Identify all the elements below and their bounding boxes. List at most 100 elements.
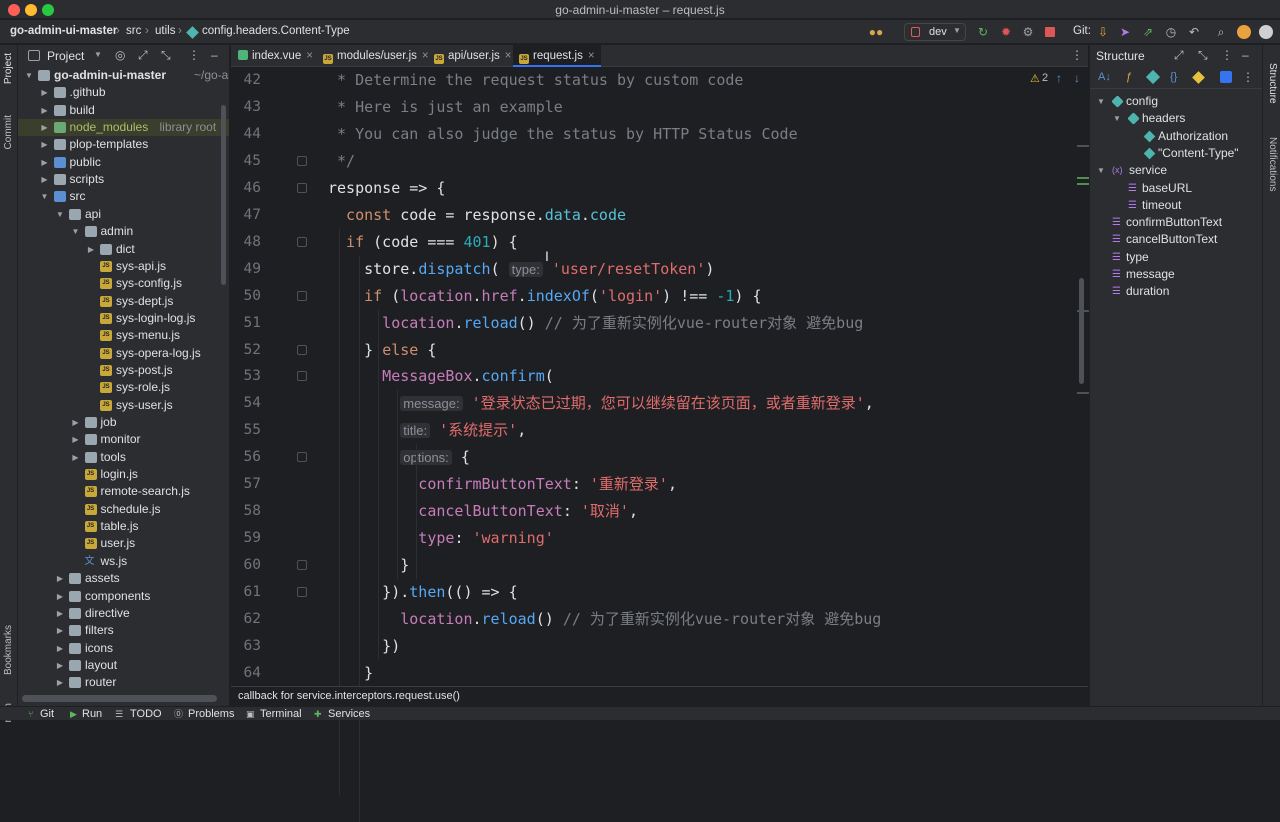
code-line[interactable]: type: 'warning'	[328, 525, 553, 552]
chevron-right-icon[interactable]: ▶	[55, 588, 65, 605]
options-icon[interactable]: ⋮	[188, 48, 200, 62]
tree-row[interactable]: ▶ layout	[18, 657, 229, 674]
structure-item[interactable]: ☰ timeout	[1090, 197, 1263, 214]
settings-icon[interactable]	[1259, 25, 1273, 39]
structure-item[interactable]: ☰ confirmButtonText	[1090, 214, 1263, 231]
close-tab-icon[interactable]: ×	[505, 50, 512, 62]
fold-marker-icon[interactable]	[297, 182, 307, 193]
structure-item[interactable]: ▼ headers	[1090, 110, 1263, 127]
chevron-right-icon[interactable]: ▶	[55, 622, 65, 639]
tree-row[interactable]: JS sys-menu.js	[18, 327, 229, 344]
show-fields-icon[interactable]: {}	[1170, 71, 1177, 83]
collapse-all-icon[interactable]: ⤡	[1198, 48, 1208, 63]
fold-marker-icon[interactable]	[297, 587, 307, 598]
structure-item[interactable]: ☰ message	[1090, 266, 1263, 283]
editor-vertical-scrollbar[interactable]	[1079, 278, 1084, 384]
chevron-right-icon[interactable]: ▶	[55, 570, 65, 587]
chevron-down-icon[interactable]: ▼	[40, 188, 50, 205]
chevron-right-icon[interactable]: ▶	[55, 657, 65, 674]
chevron-right-icon[interactable]: ▶	[40, 119, 50, 136]
services-tool-button[interactable]: Services	[328, 707, 370, 721]
chevron-right-icon[interactable]: ▶	[55, 605, 65, 622]
tree-row[interactable]: JS sys-user.js	[18, 397, 229, 414]
search-icon[interactable]: ⌕	[1213, 24, 1229, 40]
show-properties-icon[interactable]	[1145, 69, 1161, 85]
chevron-right-icon[interactable]: ▶	[40, 84, 50, 101]
chevron-right-icon[interactable]: ▶	[86, 241, 96, 258]
fold-marker-icon[interactable]	[297, 236, 307, 247]
code-line[interactable]: title: '系统提示',	[328, 417, 526, 444]
tree-row[interactable]: ▼ api	[18, 206, 229, 223]
structure-item[interactable]: ☰ baseURL	[1090, 180, 1263, 197]
code-area[interactable]: 42 * Determine the request status by cus…	[231, 67, 1076, 822]
fold-marker-icon[interactable]	[297, 560, 307, 571]
breadcrumb-src[interactable]: src	[126, 25, 141, 37]
code-line[interactable]: } else {	[328, 337, 436, 364]
hide-panel-icon[interactable]: –	[1242, 48, 1249, 62]
chevron-right-icon[interactable]: ▶	[40, 154, 50, 171]
fold-marker-icon[interactable]	[297, 290, 307, 301]
git-push-icon[interactable]: ⇗	[1140, 24, 1156, 40]
rollback-icon[interactable]: ↶	[1186, 24, 1202, 40]
structure-item[interactable]: ▼ config	[1090, 93, 1263, 110]
tree-row[interactable]: JS sys-opera-log.js	[18, 345, 229, 362]
fold-marker-icon[interactable]	[297, 452, 307, 463]
breadcrumb-symbol[interactable]: config.headers.Content-Type	[202, 25, 350, 37]
structure-item[interactable]: ☰ duration	[1090, 283, 1263, 300]
chevron-right-icon[interactable]: ▶	[40, 102, 50, 119]
close-tab-icon[interactable]: ×	[306, 50, 313, 62]
chevron-right-icon[interactable]: ▶	[71, 414, 81, 431]
structure-item[interactable]: ☰ cancelButtonText	[1090, 231, 1263, 248]
tab-request-js[interactable]: JS request.js ×	[513, 45, 601, 67]
tab-api-user-js[interactable]: JS api/user.js ×	[434, 45, 512, 67]
tree-row[interactable]: JS remote-search.js	[18, 483, 229, 500]
code-line[interactable]: MessageBox.confirm(	[328, 363, 554, 390]
problems-tool-button[interactable]: Problems	[188, 707, 234, 721]
tree-row[interactable]: ▶ router	[18, 674, 229, 691]
tab-index-vue[interactable]: index.vue ×	[238, 45, 313, 67]
tree-row[interactable]: ▶ components	[18, 588, 229, 605]
tab-modules-user-js[interactable]: JS modules/user.js ×	[323, 45, 429, 67]
code-line[interactable]: store.dispatch( type: 'user/resetToken')	[328, 256, 714, 283]
chevron-down-icon[interactable]: ▼	[55, 206, 65, 223]
collapse-all-icon[interactable]: ⤡	[161, 48, 171, 63]
tree-row[interactable]: ▶ job	[18, 414, 229, 431]
tree-row[interactable]: ▶ filters	[18, 622, 229, 639]
git-commit-icon[interactable]: ➤	[1117, 24, 1133, 40]
tree-row[interactable]: JS sys-config.js	[18, 275, 229, 292]
code-line[interactable]: location.reload() // 为了重新实例化vue-router对象…	[328, 606, 881, 633]
tree-row[interactable]: ▶ build	[18, 102, 229, 119]
chevron-down-icon[interactable]: ▼	[94, 50, 102, 59]
tree-row[interactable]: ▶ tools	[18, 449, 229, 466]
users-icon[interactable]: ●●	[868, 24, 884, 40]
code-line[interactable]: confirmButtonText: '重新登录',	[328, 471, 677, 498]
tree-row[interactable]: ▶ icons	[18, 640, 229, 657]
git-update-icon[interactable]: ⇩	[1095, 24, 1111, 40]
chevron-right-icon[interactable]: ▶	[71, 449, 81, 466]
close-tab-icon[interactable]: ×	[422, 50, 429, 62]
bookmarks-tool-button[interactable]: Bookmarks	[3, 625, 14, 675]
tree-row[interactable]: ▼ go-admin-ui-master ~/go-adn	[18, 67, 229, 84]
options-icon[interactable]: ⋮	[1221, 48, 1233, 62]
todo-tool-button[interactable]: TODO	[130, 707, 162, 721]
tree-row[interactable]: JS schedule.js	[18, 501, 229, 518]
locate-icon[interactable]: ◎	[115, 48, 125, 62]
sort-alphabetically-icon[interactable]: A↓	[1098, 71, 1111, 83]
tree-row[interactable]: ▶ directive	[18, 605, 229, 622]
chevron-right-icon[interactable]: ▶	[40, 171, 50, 188]
code-line[interactable]: * Determine the request status by custom…	[328, 67, 743, 94]
structure-tool-button[interactable]: Structure	[1267, 63, 1278, 104]
tree-row[interactable]: 文 ws.js	[18, 553, 229, 570]
code-line[interactable]: message: '登录状态已过期，您可以继续留在该页面，或者重新登录',	[328, 390, 874, 417]
fold-marker-icon[interactable]	[297, 155, 307, 166]
context-hint-text[interactable]: callback for service.interceptors.reques…	[238, 690, 460, 702]
horizontal-scrollbar[interactable]	[22, 695, 217, 702]
chevron-down-icon[interactable]: ▼	[1096, 162, 1106, 179]
code-line[interactable]: if (code === 401) {	[328, 229, 518, 256]
tree-row[interactable]: ▶ plop-templates	[18, 136, 229, 153]
tree-row[interactable]: ▶ public	[18, 154, 229, 171]
profile-icon[interactable]: ⚙	[1020, 24, 1036, 40]
tree-row[interactable]: ▶ node_modules library root	[18, 119, 229, 137]
chevron-right-icon[interactable]: ▶	[55, 674, 65, 691]
tree-row[interactable]: JS sys-post.js	[18, 362, 229, 379]
